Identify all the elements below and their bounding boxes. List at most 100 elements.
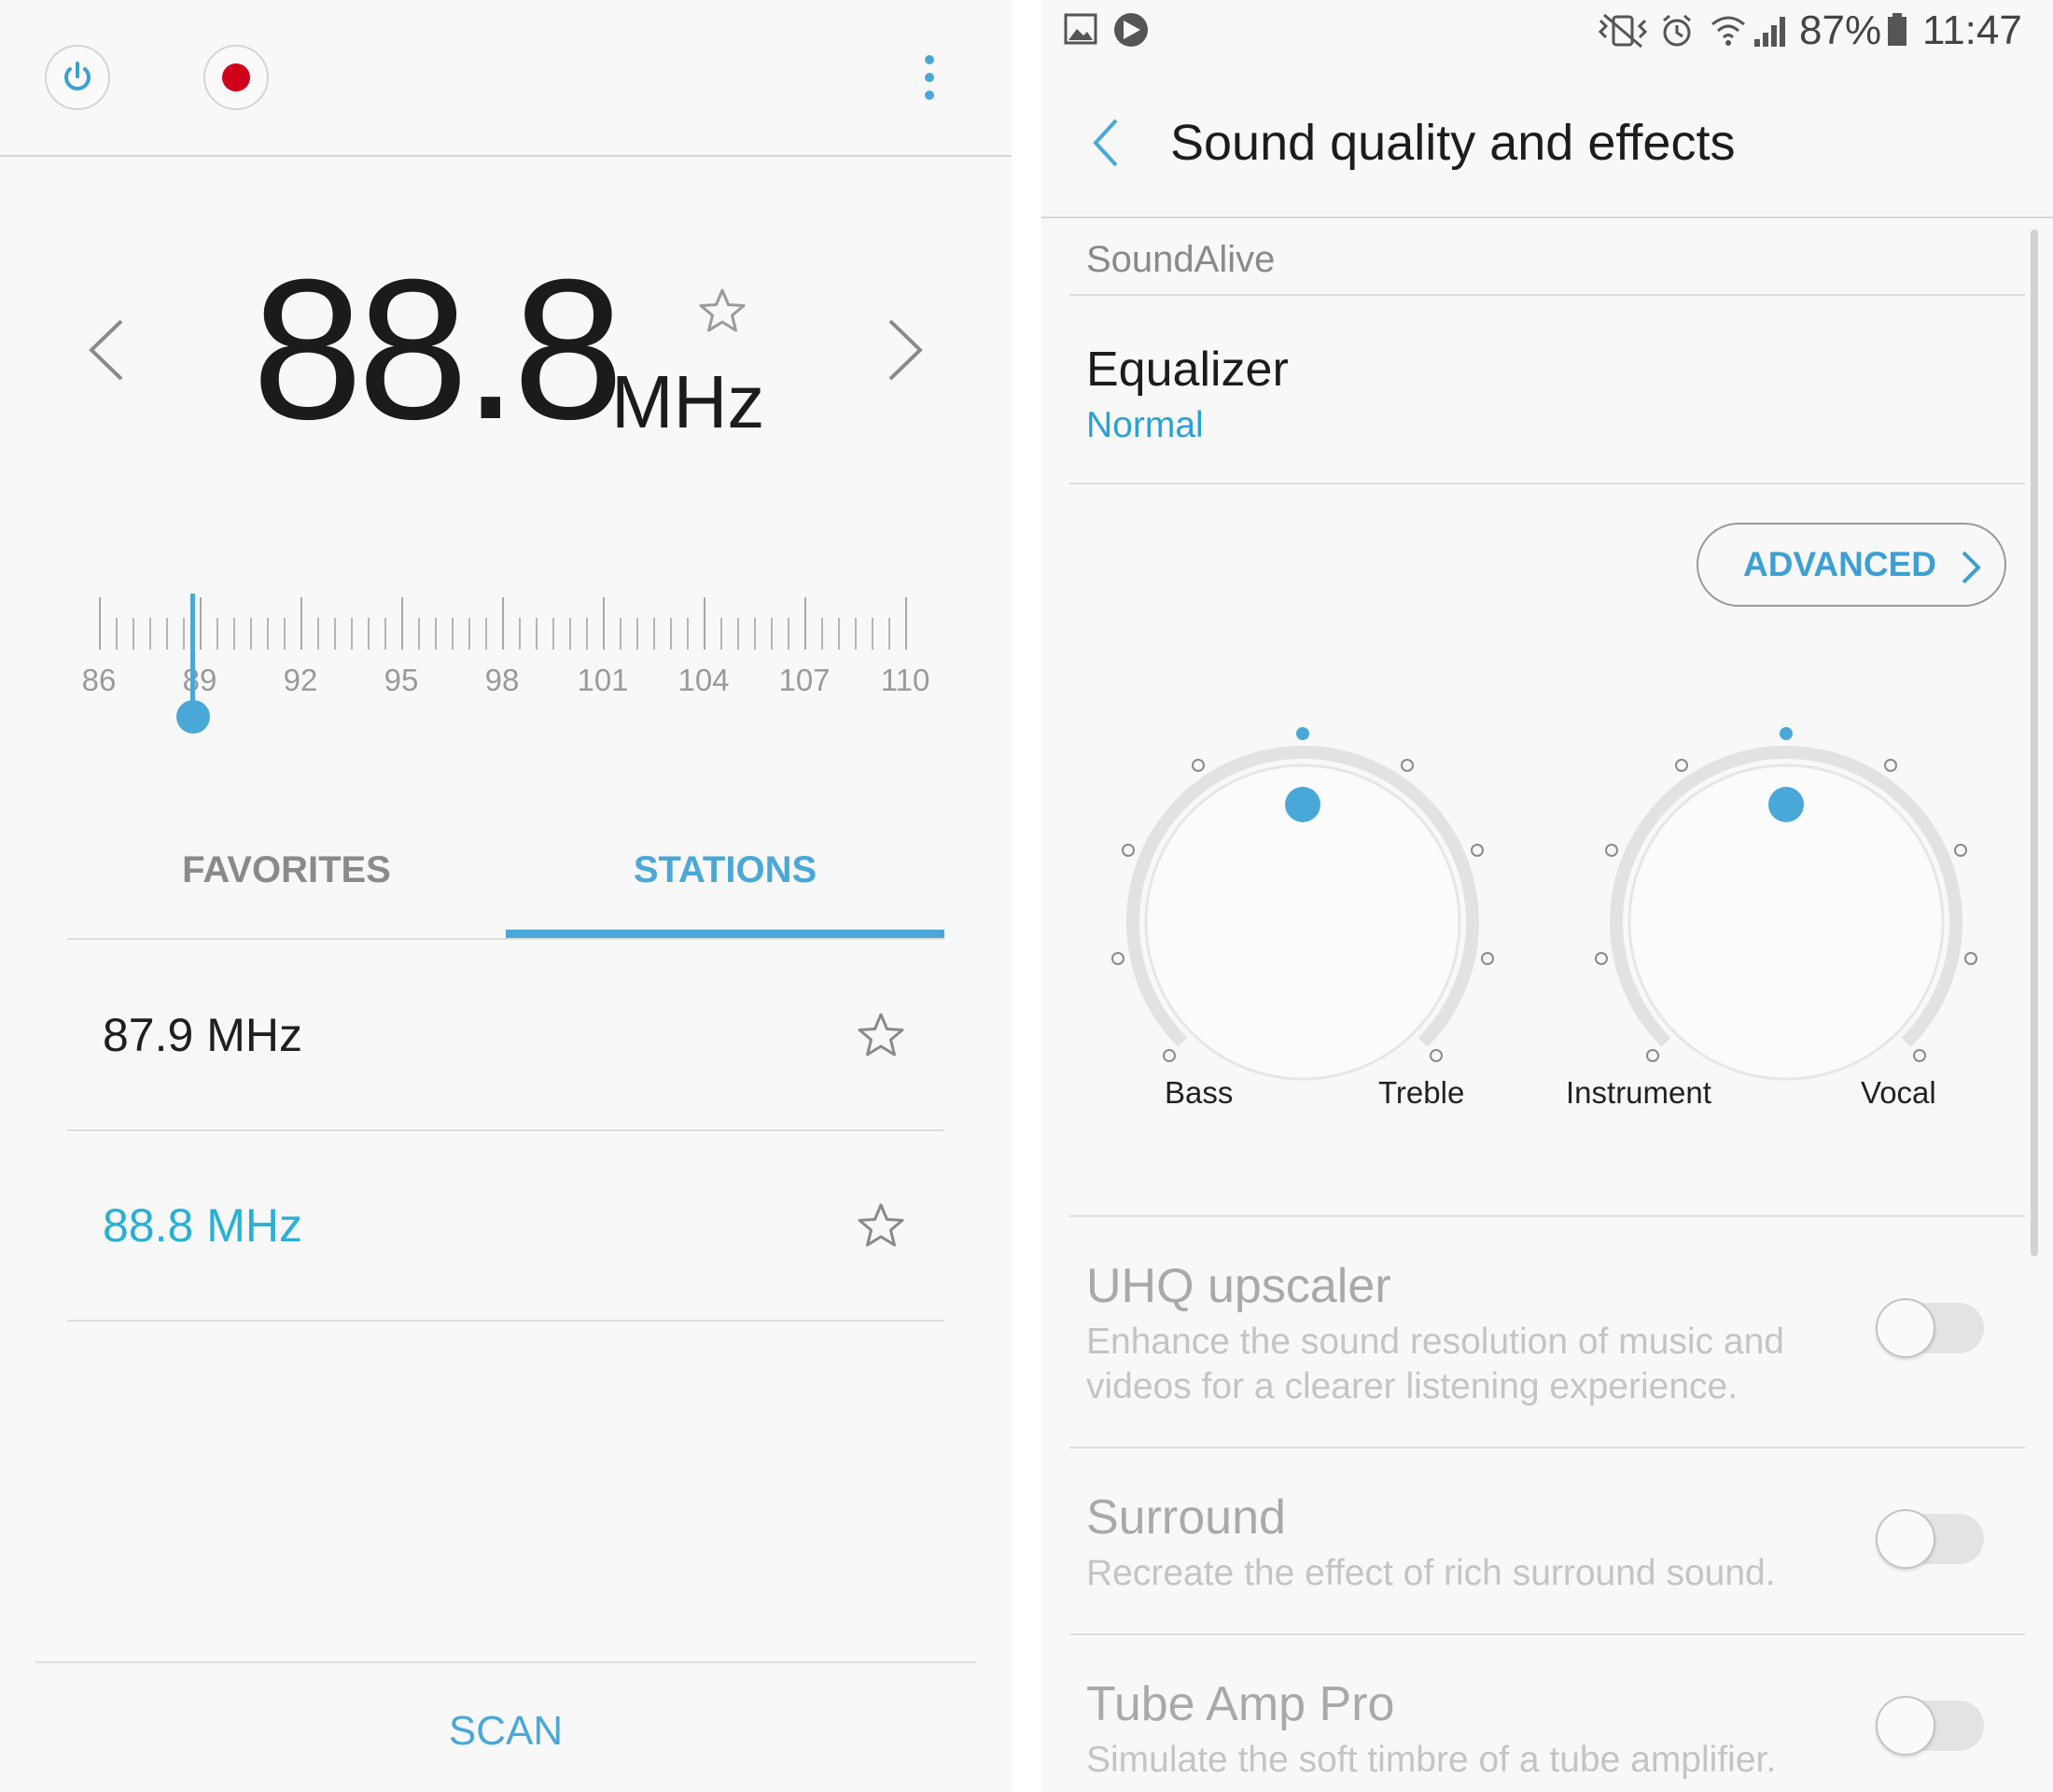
power-button[interactable]	[45, 45, 110, 110]
setting-description: Recreate the effect of rich surround sou…	[1086, 1553, 1776, 1593]
knob-center-marker	[1780, 727, 1793, 740]
scale-label: 107	[778, 663, 831, 697]
next-frequency-button[interactable]	[885, 317, 926, 387]
page-title: Sound quality and effects	[1170, 115, 1736, 171]
favorite-current-button[interactable]	[698, 287, 747, 339]
scale-minor-tick	[855, 618, 857, 650]
scale-label: 86	[81, 663, 117, 697]
toggle-switch[interactable]	[1876, 1298, 1984, 1358]
scale-minor-tick	[872, 618, 873, 650]
header-divider	[1041, 217, 2053, 218]
list-divider	[67, 1129, 944, 1131]
scale-minor-tick	[670, 618, 672, 650]
scale-minor-tick	[216, 618, 218, 650]
frequency-whole: 88	[252, 238, 468, 461]
frequency-unit: MHz	[611, 360, 765, 443]
scale-minor-tick	[368, 618, 370, 650]
scale-minor-tick	[116, 618, 118, 650]
previous-frequency-button[interactable]	[86, 317, 127, 387]
knob-graphic	[1610, 746, 1962, 1081]
scale-minor-tick	[788, 618, 789, 650]
more-options-button[interactable]	[920, 52, 939, 108]
scale-minor-tick	[267, 618, 269, 650]
scale-minor-tick	[754, 618, 756, 650]
status-time: 11:47	[1922, 7, 2022, 53]
record-button[interactable]	[203, 45, 269, 110]
scale-major-tick	[300, 597, 302, 650]
knob-step-marker	[1470, 843, 1484, 857]
setting-row-surround[interactable]: Surround Recreate the effect of rich sur…	[1069, 1450, 2025, 1633]
knob-graphic	[1126, 746, 1479, 1081]
scale-minor-tick	[821, 618, 823, 650]
scale-label: 98	[484, 663, 520, 697]
scale-minor-tick	[384, 618, 386, 650]
scale-major-tick	[502, 597, 504, 650]
sound-settings-panel: 87% 11:47 Sound quality and effects Soun…	[1041, 0, 2053, 1792]
scale-minor-tick	[435, 618, 437, 650]
signal-icon	[1753, 13, 1790, 53]
more-vert-icon	[925, 55, 934, 100]
scan-button[interactable]: SCAN	[0, 1708, 1012, 1755]
scale-minor-tick	[468, 618, 470, 650]
star-outline-icon	[858, 1013, 904, 1057]
toggle-switch[interactable]	[1876, 1696, 1984, 1756]
scale-minor-tick	[552, 618, 554, 650]
toggle-thumb	[1876, 1696, 1935, 1756]
scale-minor-tick	[737, 618, 739, 650]
toggle-switch[interactable]	[1876, 1509, 1984, 1569]
knob-right-label: Treble	[1378, 1075, 1465, 1110]
advanced-label: ADVANCED	[1743, 545, 1936, 583]
setting-title: UHQ upscaler	[1086, 1259, 1391, 1313]
vibrate-mute-icon	[1597, 13, 1649, 53]
scale-minor-tick	[166, 618, 168, 650]
tabs-divider	[67, 938, 944, 940]
station-favorite-button[interactable]	[857, 1012, 905, 1063]
instrument-vocal-knob[interactable]	[1590, 709, 1982, 1101]
scale-major-tick	[603, 597, 605, 650]
knob-step-marker	[1646, 1048, 1660, 1062]
scale-major-tick	[200, 597, 202, 650]
tab-favorites[interactable]: FAVORITES	[67, 849, 506, 891]
screen-gap	[1012, 0, 1041, 1792]
setting-description: Enhance the sound resolution of music an…	[1086, 1322, 1784, 1362]
tab-stations[interactable]: STATIONS	[506, 849, 944, 891]
setting-row-uhq-upscaler[interactable]: UHQ upscaler Enhance the sound resolutio…	[1069, 1219, 2025, 1447]
scale-minor-tick	[569, 618, 571, 650]
station-row[interactable]: 87.9 MHz	[67, 943, 944, 1129]
tuning-needle	[190, 594, 196, 713]
chevron-right-icon	[1962, 551, 1981, 584]
knob-step-marker	[1953, 843, 1967, 857]
scrollbar[interactable]	[2031, 230, 2038, 1256]
scale-minor-tick	[133, 618, 134, 650]
list-divider	[1069, 1215, 2025, 1217]
radio-panel: 88.8 MHz 86 89 92 95 98 101 104 107 110 …	[0, 0, 1012, 1792]
gallery-icon	[1064, 13, 1097, 49]
chevron-left-icon	[89, 319, 123, 381]
scale-major-tick	[804, 597, 806, 650]
setting-title: Surround	[1086, 1491, 1286, 1545]
setting-row-tube-amp-pro[interactable]: Tube Amp Pro Simulate the soft timbre of…	[1069, 1637, 2025, 1792]
section-divider	[1069, 294, 2025, 296]
frequency-decimal: .8	[463, 238, 624, 461]
knob-step-marker	[1429, 1048, 1443, 1062]
bass-treble-knob[interactable]	[1107, 709, 1499, 1101]
advanced-button[interactable]: ADVANCED	[1697, 523, 2006, 607]
tuning-scale-labels: 86 89 92 95 98 101 104 107 110	[0, 663, 1012, 700]
scale-major-tick	[401, 597, 403, 650]
equalizer-label: Equalizer	[1086, 343, 1289, 397]
station-row[interactable]: 88.8 MHz	[67, 1133, 944, 1320]
frequency-display: 88.8	[252, 250, 624, 450]
scale-minor-tick	[317, 618, 319, 650]
knob-step-marker	[1605, 843, 1619, 857]
station-favorite-button[interactable]	[857, 1202, 905, 1253]
setting-description: Simulate the soft timbre of a tube ampli…	[1086, 1740, 1777, 1780]
scale-minor-tick	[586, 618, 588, 650]
knob-indicator	[1768, 787, 1804, 822]
scale-minor-tick	[351, 618, 353, 650]
equalizer-row[interactable]: Equalizer Normal	[1069, 308, 2025, 482]
back-button[interactable]	[1090, 117, 1122, 174]
scale-major-tick	[99, 597, 101, 650]
battery-percentage: 87%	[1799, 7, 1882, 53]
tuning-handle[interactable]	[175, 700, 210, 734]
toolbar-divider	[0, 155, 1012, 157]
